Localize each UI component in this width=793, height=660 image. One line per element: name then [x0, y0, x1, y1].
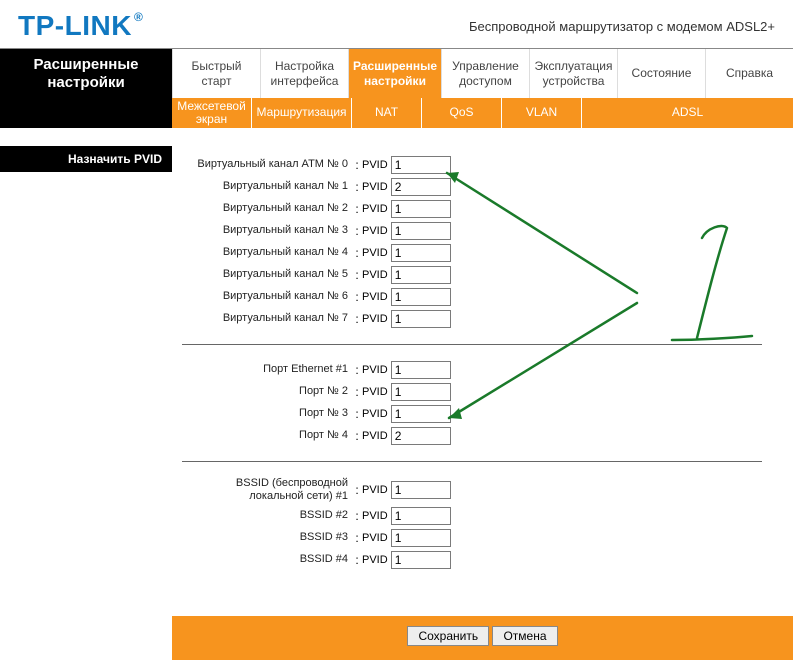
pvid-caption: PVID [362, 181, 388, 193]
tab-advanced-settings[interactable]: Расширенные настройки [348, 49, 441, 98]
pvid-row: Порт № 4 : PVID [182, 425, 783, 446]
brand-logo: TP-LINK ® [18, 10, 143, 42]
tab-help[interactable]: Справка [705, 49, 793, 98]
tab-quickstart[interactable]: Быстрый старт [172, 49, 260, 98]
header: TP-LINK ® Беспроводной маршрутизатор с м… [0, 0, 793, 48]
pvid-row: BSSID #4 : PVID [182, 549, 783, 570]
group-bssid: BSSID (беспроводной локальной сети) #1 :… [182, 468, 783, 579]
tab-maintenance[interactable]: Эксплуатация устройства [529, 49, 617, 98]
pvid-caption: PVID [362, 364, 388, 376]
subtab-nat[interactable]: NAT [352, 98, 422, 128]
pvid-row: Порт Ethernet #1 : PVID [182, 359, 783, 380]
sub-nav: Межсетевой экран Маршрутизация NAT QoS V… [0, 98, 793, 128]
row-label: Виртуальный канал № 2 [182, 202, 352, 215]
subtab-firewall[interactable]: Межсетевой экран [172, 98, 252, 128]
pvid-row: Виртуальный канал № 5 : PVID [182, 264, 783, 285]
pvid-caption: PVID [362, 159, 388, 171]
pvid-input-atm-7[interactable] [391, 310, 451, 328]
pvid-input-atm-2[interactable] [391, 200, 451, 218]
pvid-input-atm-4[interactable] [391, 244, 451, 262]
row-label: BSSID #3 [182, 531, 352, 544]
pvid-input-eth-3[interactable] [391, 405, 451, 423]
pvid-caption: PVID [362, 430, 388, 442]
pvid-caption: PVID [362, 510, 388, 522]
pvid-caption: PVID [362, 532, 388, 544]
pvid-row: Виртуальный канал № 1 : PVID [182, 176, 783, 197]
row-label: Виртуальный канал № 6 [182, 290, 352, 303]
tab-access-management[interactable]: Управление доступом [441, 49, 529, 98]
pvid-caption: PVID [362, 269, 388, 281]
sidebar-title: Расширенные настройки [0, 49, 172, 98]
pvid-row: BSSID #2 : PVID [182, 505, 783, 526]
row-label: Виртуальный канал № 1 [182, 180, 352, 193]
row-label: Виртуальный канал ATM № 0 [182, 158, 352, 171]
save-button[interactable]: Сохранить [407, 626, 489, 646]
brand-reg: ® [134, 10, 143, 24]
pvid-caption: PVID [362, 225, 388, 237]
pvid-caption: PVID [362, 291, 388, 303]
row-label: BSSID #4 [182, 553, 352, 566]
content-area: Виртуальный канал ATM № 0 : PVID Виртуал… [172, 128, 793, 608]
row-label: Виртуальный канал № 3 [182, 224, 352, 237]
pvid-caption: PVID [362, 247, 388, 259]
pvid-caption: PVID [362, 313, 388, 325]
pvid-input-atm-3[interactable] [391, 222, 451, 240]
pvid-input-atm-1[interactable] [391, 178, 451, 196]
pvid-input-eth-4[interactable] [391, 427, 451, 445]
row-label: Виртуальный канал № 7 [182, 312, 352, 325]
subnav-spacer [0, 98, 172, 128]
pvid-row: Виртуальный канал № 2 : PVID [182, 198, 783, 219]
pvid-row: Порт № 3 : PVID [182, 403, 783, 424]
pvid-input-bssid-2[interactable] [391, 507, 451, 525]
row-label: BSSID #2 [182, 509, 352, 522]
group-ethernet: Порт Ethernet #1 : PVID Порт № 2 : PVID … [182, 351, 783, 455]
row-label: Виртуальный канал № 5 [182, 268, 352, 281]
subtab-qos[interactable]: QoS [422, 98, 502, 128]
pvid-input-atm-5[interactable] [391, 266, 451, 284]
row-label: Порт № 2 [182, 385, 352, 398]
row-label: Порт Ethernet #1 [182, 363, 352, 376]
pvid-caption: PVID [362, 554, 388, 566]
pvid-row: Виртуальный канал № 7 : PVID [182, 308, 783, 329]
pvid-input-atm-6[interactable] [391, 288, 451, 306]
section-title: Назначить PVID [0, 146, 172, 172]
row-label: BSSID (беспроводной локальной сети) #1 [182, 477, 352, 502]
pvid-caption: PVID [362, 203, 388, 215]
divider [182, 344, 762, 345]
pvid-caption: PVID [362, 408, 388, 420]
pvid-caption: PVID [362, 484, 388, 496]
tab-status[interactable]: Состояние [617, 49, 705, 98]
row-label: Виртуальный канал № 4 [182, 246, 352, 259]
group-atm: Виртуальный канал ATM № 0 : PVID Виртуал… [182, 146, 783, 338]
pvid-row: Порт № 2 : PVID [182, 381, 783, 402]
pvid-row: Виртуальный канал ATM № 0 : PVID [182, 154, 783, 175]
brand-text: TP-LINK [18, 10, 132, 42]
pvid-row: BSSID #3 : PVID [182, 527, 783, 548]
main-nav-tabs: Быстрый старт Настройка интерфейса Расши… [172, 49, 793, 98]
main-nav: Расширенные настройки Быстрый старт Наст… [0, 48, 793, 98]
pvid-input-bssid-1[interactable] [391, 481, 451, 499]
pvid-input-atm-0[interactable] [391, 156, 451, 174]
pvid-row: Виртуальный канал № 3 : PVID [182, 220, 783, 241]
pvid-input-eth-1[interactable] [391, 361, 451, 379]
header-subtitle: Беспроводной маршрутизатор с модемом ADS… [469, 19, 775, 34]
pvid-caption: PVID [362, 386, 388, 398]
subtab-routing[interactable]: Маршрутизация [252, 98, 352, 128]
pvid-input-eth-2[interactable] [391, 383, 451, 401]
subtab-adsl[interactable]: ADSL [582, 98, 793, 128]
sidebar: Назначить PVID [0, 128, 172, 608]
pvid-row: Виртуальный канал № 4 : PVID [182, 242, 783, 263]
subtab-vlan[interactable]: VLAN [502, 98, 582, 128]
sub-nav-tabs: Межсетевой экран Маршрутизация NAT QoS V… [172, 98, 793, 128]
pvid-row: BSSID (беспроводной локальной сети) #1 :… [182, 476, 783, 504]
cancel-button[interactable]: Отмена [492, 626, 557, 646]
row-label: Порт № 3 [182, 407, 352, 420]
row-label: Порт № 4 [182, 429, 352, 442]
divider [182, 461, 762, 462]
tab-interface-setup[interactable]: Настройка интерфейса [260, 49, 348, 98]
pvid-row: Виртуальный канал № 6 : PVID [182, 286, 783, 307]
pvid-input-bssid-4[interactable] [391, 551, 451, 569]
button-bar: Сохранить Отмена [172, 616, 793, 660]
pvid-input-bssid-3[interactable] [391, 529, 451, 547]
